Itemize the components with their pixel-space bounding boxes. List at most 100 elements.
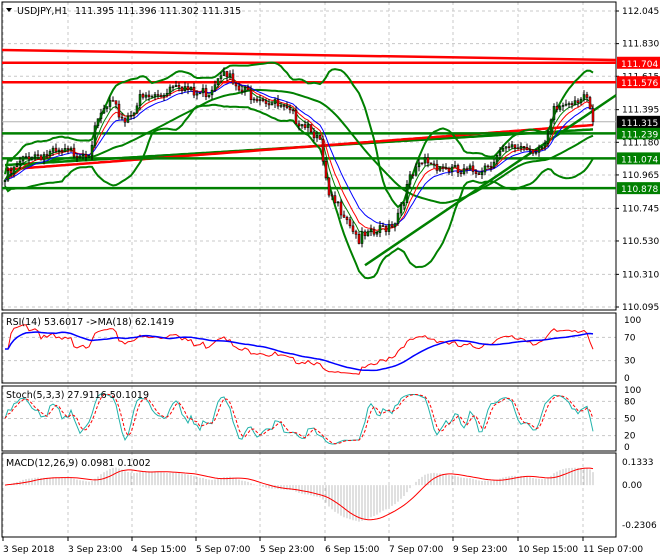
price-axis-label: 111.830 xyxy=(622,40,659,50)
candle xyxy=(354,231,358,235)
candle xyxy=(33,154,37,158)
candle xyxy=(315,135,319,139)
candle xyxy=(141,94,145,98)
time-axis-label: 5 Sep 07:00 xyxy=(196,545,251,555)
candle xyxy=(15,164,19,168)
candle xyxy=(108,100,112,107)
candle xyxy=(564,103,568,106)
candle xyxy=(516,147,520,150)
candle xyxy=(222,71,226,76)
candle xyxy=(324,160,328,179)
candle xyxy=(129,115,133,117)
candle xyxy=(438,166,442,171)
candle xyxy=(570,103,574,106)
candle xyxy=(345,216,349,221)
candle xyxy=(396,212,400,224)
macd-plot xyxy=(4,467,594,522)
candle xyxy=(273,99,277,104)
candle xyxy=(504,146,508,149)
candle xyxy=(441,166,445,169)
candle xyxy=(231,73,235,84)
stoch-axis-label: 50 xyxy=(624,415,636,425)
time-axis-label: 7 Sep 07:00 xyxy=(389,545,444,555)
price-label: 110.878 xyxy=(621,185,658,195)
candle xyxy=(297,123,301,127)
candle xyxy=(63,148,67,153)
time-axis-label: 5 Sep 23:00 xyxy=(260,545,315,555)
stoch-title: Stoch(5,3,3) 27.9116 50.1019 xyxy=(6,390,149,401)
candle xyxy=(258,99,262,102)
price-label: 111.315 xyxy=(621,119,658,129)
candle xyxy=(486,165,490,168)
price-plot xyxy=(1,48,617,280)
candle xyxy=(333,195,337,204)
candle xyxy=(360,231,364,244)
time-axis-label: 4 Sep 15:00 xyxy=(132,545,187,555)
macd-axis-label: -0.2306 xyxy=(622,521,657,531)
candle xyxy=(87,155,91,158)
candle xyxy=(228,73,232,78)
candle xyxy=(426,157,430,164)
candle xyxy=(153,94,157,97)
candle xyxy=(225,71,229,78)
time-axis-label: 6 Sep 15:00 xyxy=(325,545,380,555)
candle xyxy=(336,201,340,204)
trading-chart[interactable]: 112.045111.830111.615111.395111.180110.9… xyxy=(0,0,660,560)
time-axis-label: 3 Sep 2018 xyxy=(3,545,55,555)
candle xyxy=(54,147,58,152)
candle xyxy=(276,99,280,107)
candle xyxy=(117,103,121,118)
candle xyxy=(309,124,313,133)
price-label: 111.239 xyxy=(621,130,658,140)
candle xyxy=(450,166,454,172)
candle xyxy=(423,157,427,164)
candle xyxy=(408,174,412,185)
time-axis-label: 9 Sep 23:00 xyxy=(453,545,508,555)
candle xyxy=(465,168,469,170)
candle xyxy=(42,154,46,161)
candle xyxy=(552,106,556,121)
candle xyxy=(558,106,562,110)
price-axis-label: 111.395 xyxy=(622,106,659,116)
rsi-axis-label: 70 xyxy=(624,333,636,343)
candle xyxy=(150,96,154,98)
candle xyxy=(261,99,265,101)
candle xyxy=(327,177,331,196)
candle xyxy=(567,103,571,105)
candle xyxy=(498,151,502,156)
candle xyxy=(414,166,418,176)
candle xyxy=(213,84,217,91)
price-axis-label: 110.745 xyxy=(622,204,659,214)
rsi-line xyxy=(5,324,594,375)
candle xyxy=(66,148,70,150)
candle xyxy=(198,92,202,95)
candle xyxy=(378,225,382,233)
candle xyxy=(183,86,187,92)
candle xyxy=(24,156,28,158)
candle xyxy=(114,100,118,105)
dropdown-arrow-icon[interactable] xyxy=(6,8,12,12)
candle xyxy=(546,133,550,144)
candle xyxy=(156,94,160,96)
candle xyxy=(192,86,196,96)
candle xyxy=(147,94,151,98)
candle xyxy=(3,180,7,183)
price-label: 111.074 xyxy=(621,155,658,165)
candle xyxy=(171,86,175,88)
rsi-axis-label: 100 xyxy=(624,316,641,326)
candle xyxy=(243,87,247,92)
candle xyxy=(549,119,553,135)
candle xyxy=(510,144,514,148)
stoch-axis-label: 100 xyxy=(624,386,641,396)
candle xyxy=(291,109,295,112)
chart-header: USDJPY,H1 111.395 111.396 111.302 111.31… xyxy=(6,6,241,17)
candle xyxy=(579,98,583,103)
candle xyxy=(540,146,544,150)
price-axis-label: 110.530 xyxy=(622,237,659,247)
candle xyxy=(252,98,256,101)
candle xyxy=(525,147,529,151)
candle xyxy=(174,85,178,87)
candle xyxy=(279,105,283,107)
candle xyxy=(318,135,322,140)
candle xyxy=(96,118,100,126)
